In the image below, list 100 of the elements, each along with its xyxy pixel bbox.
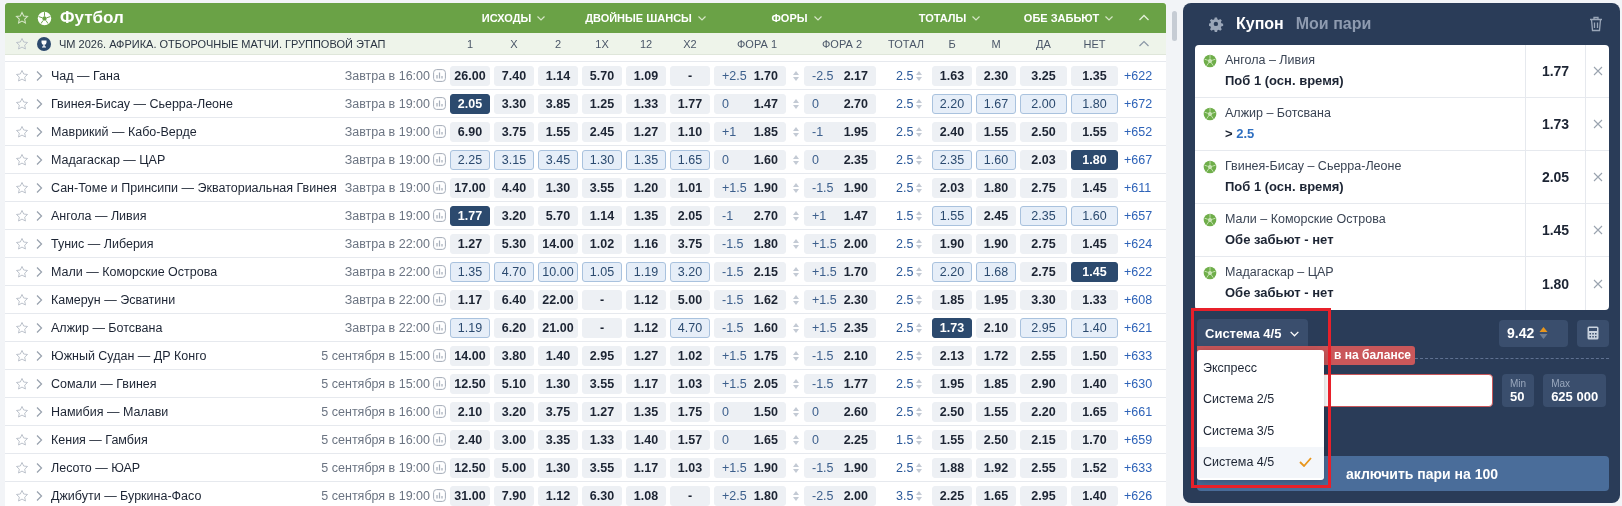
- handicap-button[interactable]: +1 1.85: [714, 121, 786, 142]
- odds-button[interactable]: 1.90: [976, 233, 1016, 254]
- odds-button[interactable]: 1.40: [1071, 317, 1118, 338]
- match-link[interactable]: Сомали — Гвинея: [51, 376, 314, 391]
- odds-button[interactable]: 1.40: [538, 345, 578, 366]
- total-selector[interactable]: 2.5: [884, 404, 928, 419]
- odds-button[interactable]: 6.90: [450, 121, 490, 142]
- dropdown-option[interactable]: Система 3/5: [1197, 415, 1324, 447]
- more-markets-link[interactable]: +626: [1122, 488, 1153, 503]
- sort-arrows-icon[interactable]: [792, 209, 800, 222]
- odds-button[interactable]: 1.73: [932, 317, 972, 338]
- more-markets-link[interactable]: +633: [1122, 460, 1153, 475]
- total-selector[interactable]: 2.5: [884, 264, 928, 279]
- odds-button[interactable]: 1.27: [626, 121, 666, 142]
- odds-button[interactable]: 21.00: [538, 317, 578, 338]
- odds-button[interactable]: 2.20: [1020, 401, 1067, 422]
- star-icon[interactable]: [15, 404, 29, 419]
- total-selector[interactable]: 2.5: [884, 460, 928, 475]
- more-markets-link[interactable]: +630: [1122, 376, 1153, 391]
- match-link[interactable]: Лесото — ЮАР: [51, 460, 314, 475]
- more-markets-link[interactable]: +633: [1122, 348, 1153, 363]
- odds-button[interactable]: 1.95: [932, 373, 972, 394]
- odds-button[interactable]: 1.19: [450, 317, 490, 338]
- chevron-right-icon[interactable]: [35, 377, 43, 390]
- odds-button[interactable]: 1.10: [670, 121, 710, 142]
- odds-button[interactable]: 1.60: [1071, 205, 1118, 226]
- odds-button[interactable]: 3.30: [494, 93, 534, 114]
- more-markets-link[interactable]: +667: [1122, 152, 1153, 167]
- odds-button[interactable]: 2.55: [1020, 457, 1067, 478]
- star-icon[interactable]: [15, 180, 29, 195]
- odds-button[interactable]: 2.25: [450, 149, 490, 170]
- odds-button[interactable]: 5.00: [494, 457, 534, 478]
- odds-button[interactable]: 3.20: [494, 205, 534, 226]
- handicap-button[interactable]: +1.5 2.05: [714, 373, 786, 394]
- odds-button[interactable]: 3.45: [538, 149, 578, 170]
- odds-button[interactable]: 2.45: [582, 121, 622, 142]
- total-selector[interactable]: 2.5: [884, 152, 928, 167]
- odds-button[interactable]: 1.85: [976, 373, 1016, 394]
- odds-button[interactable]: 3.55: [582, 373, 622, 394]
- star-icon[interactable]: [15, 292, 29, 307]
- chevron-right-icon[interactable]: [35, 69, 43, 82]
- odds-button[interactable]: 2.20: [932, 261, 972, 282]
- odds-button[interactable]: 6.20: [494, 317, 534, 338]
- stats-icon[interactable]: [433, 293, 446, 306]
- handicap-button[interactable]: +1.5 2.30: [804, 289, 876, 310]
- total-selector[interactable]: 2.5: [884, 68, 928, 83]
- odds-button[interactable]: 1.65: [670, 149, 710, 170]
- odds-button[interactable]: 1.14: [538, 65, 578, 86]
- odds-button[interactable]: -: [582, 317, 622, 338]
- chevron-right-icon[interactable]: [35, 489, 43, 502]
- odds-button[interactable]: 6.40: [494, 289, 534, 310]
- dropdown-option[interactable]: Система 2/5: [1197, 383, 1324, 415]
- calculator-button[interactable]: [1577, 319, 1609, 347]
- odds-button[interactable]: 2.50: [976, 429, 1016, 450]
- stats-icon[interactable]: [433, 489, 446, 502]
- handicap-button[interactable]: -1 2.70: [714, 205, 786, 226]
- odds-button[interactable]: -: [670, 65, 710, 86]
- odds-button[interactable]: 2.30: [976, 65, 1016, 86]
- odds-button[interactable]: 14.00: [450, 345, 490, 366]
- more-markets-link[interactable]: +621: [1122, 320, 1153, 335]
- odds-button[interactable]: 2.35: [1020, 205, 1067, 226]
- odds-button[interactable]: 1.33: [626, 93, 666, 114]
- odds-button[interactable]: 1.55: [976, 401, 1016, 422]
- coupon-tab[interactable]: Купон: [1236, 15, 1284, 33]
- close-icon[interactable]: [1592, 278, 1603, 289]
- total-selector[interactable]: 1.5: [884, 432, 928, 447]
- stats-icon[interactable]: [433, 461, 446, 474]
- odds-button[interactable]: 3.20: [494, 401, 534, 422]
- odds-button[interactable]: 1.20: [626, 177, 666, 198]
- odds-button[interactable]: 2.50: [1020, 121, 1067, 142]
- settings-icon[interactable]: [1209, 16, 1224, 32]
- handicap-button[interactable]: -2.5 2.00: [804, 485, 876, 506]
- odds-button[interactable]: 5.00: [670, 289, 710, 310]
- min-stake-button[interactable]: Min 50: [1502, 374, 1535, 407]
- odds-button[interactable]: 26.00: [450, 65, 490, 86]
- sort-arrows-icon[interactable]: [792, 265, 800, 278]
- odds-button[interactable]: 3.75: [494, 121, 534, 142]
- odds-button[interactable]: 1.80: [976, 177, 1016, 198]
- odds-button[interactable]: 1.17: [626, 373, 666, 394]
- odds-button[interactable]: 1.88: [932, 457, 972, 478]
- stats-icon[interactable]: [433, 433, 446, 446]
- match-link[interactable]: Ангола — Ливия: [51, 208, 337, 223]
- total-selector[interactable]: 2.5: [884, 180, 928, 195]
- star-icon[interactable]: [15, 460, 29, 475]
- match-link[interactable]: Камерун — Эсватини: [51, 292, 337, 307]
- odds-button[interactable]: 3.80: [494, 345, 534, 366]
- sort-arrows-icon[interactable]: [792, 461, 800, 474]
- star-icon[interactable]: [15, 208, 29, 223]
- odds-button[interactable]: 1.19: [626, 261, 666, 282]
- odds-button[interactable]: 2.50: [932, 401, 972, 422]
- odds-button[interactable]: 4.40: [494, 177, 534, 198]
- odds-button[interactable]: 1.55: [1071, 121, 1118, 142]
- odds-button[interactable]: 4.70: [670, 317, 710, 338]
- odds-button[interactable]: 1.67: [976, 93, 1016, 114]
- more-markets-link[interactable]: +622: [1122, 68, 1153, 83]
- odds-button[interactable]: 1.17: [626, 457, 666, 478]
- sort-arrows-icon[interactable]: [792, 153, 800, 166]
- odds-button[interactable]: 1.77: [670, 93, 710, 114]
- odds-button[interactable]: 1.35: [450, 261, 490, 282]
- stats-icon[interactable]: [433, 265, 446, 278]
